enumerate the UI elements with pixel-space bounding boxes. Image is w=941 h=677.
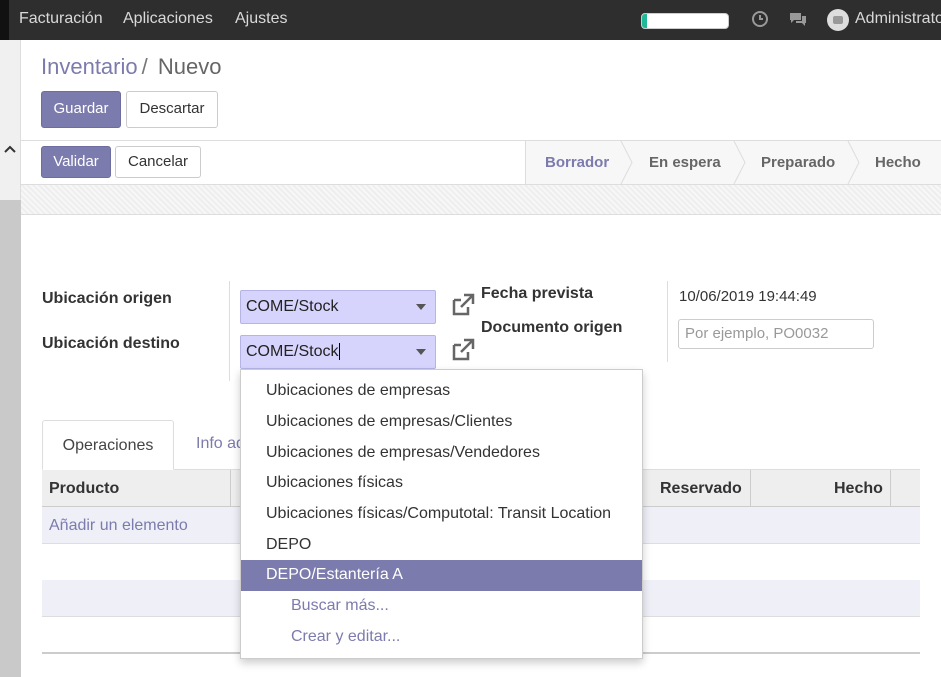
create-and-edit-link[interactable]: Crear y editar... [241,622,642,653]
search-more-link[interactable]: Buscar más... [241,591,642,622]
tab-operaciones[interactable]: Operaciones [42,420,174,470]
field-divider [667,281,668,362]
external-link-icon[interactable] [450,292,476,318]
dest-location-select[interactable]: COME/Stock [240,335,436,369]
sidebar-scroll-area [0,40,21,677]
tab-info-adicional[interactable]: Info adicional [196,435,246,453]
dest-location-label: Ubicación destino [42,335,180,352]
stage-arrow [847,141,860,184]
stage-en-espera[interactable]: En espera [649,141,721,184]
menu-ajustes[interactable]: Ajustes [235,10,287,28]
column-divider [750,470,751,507]
apps-edge[interactable] [0,0,9,40]
stage-preparado[interactable]: Preparado [761,141,835,184]
dropdown-option[interactable]: Ubicaciones físicas [241,468,642,499]
menu-aplicaciones[interactable]: Aplicaciones [123,10,213,28]
stage-borrador[interactable]: Borrador [545,141,609,184]
origin-document-input[interactable]: Por ejemplo, PO0032 [678,319,874,349]
source-location-label: Ubicación origen [42,290,172,307]
breadcrumb-separator: / [141,54,148,79]
column-done[interactable]: Hecho [834,470,883,507]
save-button[interactable]: Guardar [41,91,121,128]
column-reserved[interactable]: Reservado [660,470,742,507]
stage-arrow [733,141,746,184]
stage-arrow [620,141,633,184]
top-navbar: Facturación Aplicaciones Ajustes Adminis… [0,0,941,40]
column-product[interactable]: Producto [49,470,119,507]
dropdown-option-selected[interactable]: DEPO/Estantería A [241,560,642,591]
caret-down-icon[interactable] [416,349,426,355]
sheet-background [21,185,941,215]
chevron-up-icon[interactable] [3,144,17,154]
breadcrumb-parent[interactable]: Inventario [41,54,138,79]
menu-facturacion[interactable]: Facturación [19,10,103,28]
scrollbar[interactable] [0,200,21,677]
scheduled-date-label: Fecha prevista [481,285,594,302]
caret-down-icon[interactable] [416,304,426,310]
dropdown-option[interactable]: Ubicaciones de empresas/Clientes [241,407,642,438]
chat-icon[interactable] [788,10,808,33]
dropdown-option[interactable]: Ubicaciones de empresas [241,376,642,407]
user-menu[interactable]: Administrator [855,10,941,28]
column-divider [890,470,891,507]
source-location-value: COME/Stock [246,298,339,315]
origin-document-placeholder: Por ejemplo, PO0032 [685,325,829,342]
avatar[interactable] [827,9,849,31]
progress-fill [642,14,648,28]
dropdown-option[interactable]: Ubicaciones de empresas/Vendedores [241,438,642,469]
dest-location-value: COME/Stock [246,343,339,360]
breadcrumb: Inventario / Nuevo [41,54,221,80]
cancel-button[interactable]: Cancelar [115,146,201,178]
dropdown-option[interactable]: DEPO [241,530,642,561]
clock-icon[interactable] [751,10,769,33]
external-link-icon[interactable] [450,337,476,363]
dropdown-option[interactable]: Ubicaciones físicas/Computotal: Transit … [241,499,642,530]
discard-button[interactable]: Descartar [126,91,218,128]
origin-document-label: Documento origen [481,319,623,336]
breadcrumb-current: Nuevo [157,54,222,79]
stage-hecho[interactable]: Hecho [875,141,921,184]
source-location-select[interactable]: COME/Stock [240,290,436,324]
onboarding-progress-bar[interactable] [641,13,729,29]
field-divider [229,281,230,381]
validate-button[interactable]: Validar [41,146,111,178]
location-autocomplete-dropdown: Ubicaciones de empresas Ubicaciones de e… [240,369,643,659]
scheduled-date-value[interactable]: 10/06/2019 19:44:49 [679,288,817,305]
column-divider [230,470,231,507]
